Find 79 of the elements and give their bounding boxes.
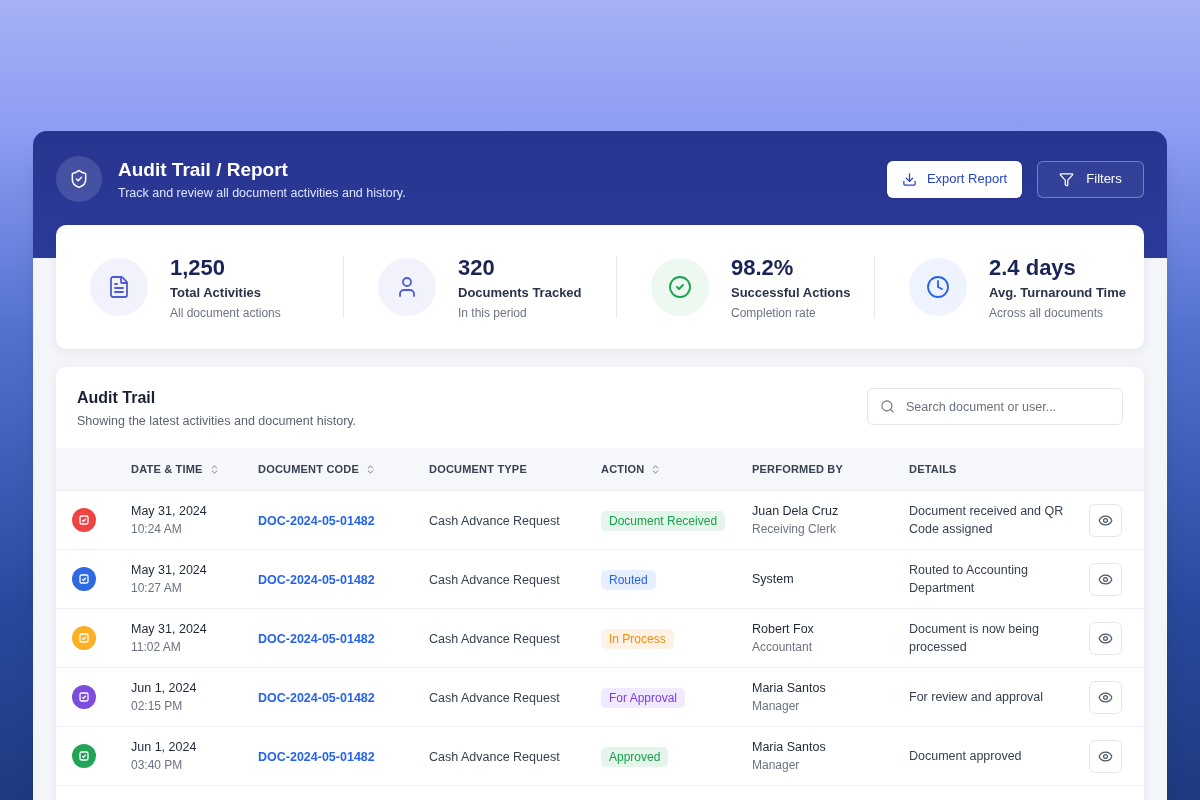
time-text: 10:27 AM: [131, 580, 183, 596]
column-header: DOCUMENT TYPE: [429, 461, 527, 477]
performer-name: System: [752, 571, 795, 587]
view-button[interactable]: [1089, 680, 1122, 714]
details-text: Document approved: [909, 748, 1023, 765]
stat-caption: All document actions: [170, 304, 281, 321]
eye-icon: [1098, 630, 1113, 646]
stat-label: Avg. Turnaround Time: [989, 283, 1126, 302]
date-text: Jun 1, 2024: [131, 739, 198, 755]
document-code-link[interactable]: DOC-2024-05-01482: [258, 514, 375, 528]
time-text: 03:40 PM: [131, 757, 184, 773]
column-header[interactable]: ACTION: [601, 460, 662, 478]
column-header: DETAILS: [909, 461, 957, 477]
download-icon: [901, 171, 917, 187]
section-title: Audit Trail: [77, 388, 157, 408]
eye-icon: [1098, 512, 1113, 528]
document-type-text: Cash Advance Request: [429, 632, 560, 646]
details-text: For review and approval: [909, 689, 1045, 706]
performer-role: Receiving Clerk: [752, 521, 838, 537]
view-button[interactable]: [1089, 562, 1122, 596]
details-text: Routed to Accounting Department: [909, 562, 1029, 597]
view-button[interactable]: [1089, 503, 1122, 537]
time-text: 10:24 AM: [131, 521, 183, 537]
action-tag: Routed: [601, 570, 656, 590]
stat-value: 320: [458, 253, 496, 282]
date-text: May 31, 2024: [131, 503, 208, 519]
stat-value: 1,250: [170, 253, 227, 282]
performer-role: Accountant: [752, 639, 814, 655]
column-header[interactable]: DOCUMENT CODE: [258, 460, 376, 478]
time-text: 11:02 AM: [131, 639, 182, 655]
action-tag: Document Received: [601, 511, 726, 531]
filters-button[interactable]: Filters: [1037, 160, 1144, 198]
details-text: Document received and QR Code assigned: [909, 503, 1065, 538]
document-code-link[interactable]: DOC-2024-05-01482: [258, 750, 375, 764]
stat-label: Total Activities: [170, 283, 263, 302]
performer-name: Robert Fox: [752, 621, 815, 637]
stat-label: Documents Tracked: [458, 283, 582, 302]
date-text: Jun 1, 2024: [131, 680, 198, 696]
document-code-link[interactable]: DOC-2024-05-01482: [258, 573, 375, 587]
stat-value: 98.2%: [731, 253, 795, 282]
sort-icon: [365, 463, 376, 475]
date-text: May 31, 2024: [131, 621, 208, 637]
time-text: 02:15 PM: [131, 698, 184, 714]
document-code-link[interactable]: DOC-2024-05-01482: [258, 691, 375, 705]
search-field[interactable]: Search document or user...: [867, 388, 1123, 425]
performer-name: Maria Santos: [752, 680, 827, 696]
page-title: Audit Trail / Report: [118, 157, 289, 182]
action-tag: In Process: [601, 629, 674, 649]
performer-name: Juan Dela Cruz: [752, 503, 840, 519]
details-text: Document is now being processed: [909, 621, 1040, 656]
stat-caption: Completion rate: [731, 304, 817, 321]
column-header: PERFORMED BY: [752, 461, 844, 477]
performer-role: Manager: [752, 698, 801, 714]
document-type-text: Cash Advance Request: [429, 691, 560, 705]
stat-caption: Across all documents: [989, 304, 1105, 321]
action-tag: Approved: [601, 747, 669, 767]
eye-icon: [1098, 748, 1113, 764]
document-type-text: Cash Advance Request: [429, 514, 560, 528]
document-type-text: Cash Advance Request: [429, 750, 560, 764]
view-button[interactable]: [1089, 621, 1122, 655]
stat-caption: In this period: [458, 304, 528, 321]
section-subtitle: Showing the latest activities and document history.: [77, 413, 357, 429]
performer-role: Manager: [752, 757, 801, 773]
eye-icon: [1098, 571, 1113, 587]
shield-icon: [56, 156, 102, 202]
view-button[interactable]: [1089, 739, 1122, 773]
filter-icon: [1059, 171, 1075, 187]
stat-label: Successful Actions: [731, 283, 851, 302]
document-code-link[interactable]: DOC-2024-05-01482: [258, 632, 375, 646]
action-tag: For Approval: [601, 688, 686, 708]
page-subtitle: Track and review all document activities and history.: [118, 184, 406, 201]
performer-name: Maria Santos: [752, 739, 827, 755]
search-icon: [880, 399, 895, 414]
eye-icon: [1098, 689, 1113, 705]
column-header[interactable]: DATE & TIME: [131, 460, 220, 478]
export-button[interactable]: Export Report: [887, 160, 1022, 198]
stat-value: 2.4 days: [989, 253, 1077, 282]
date-text: May 31, 2024: [131, 562, 208, 578]
document-type-text: Cash Advance Request: [429, 573, 560, 587]
